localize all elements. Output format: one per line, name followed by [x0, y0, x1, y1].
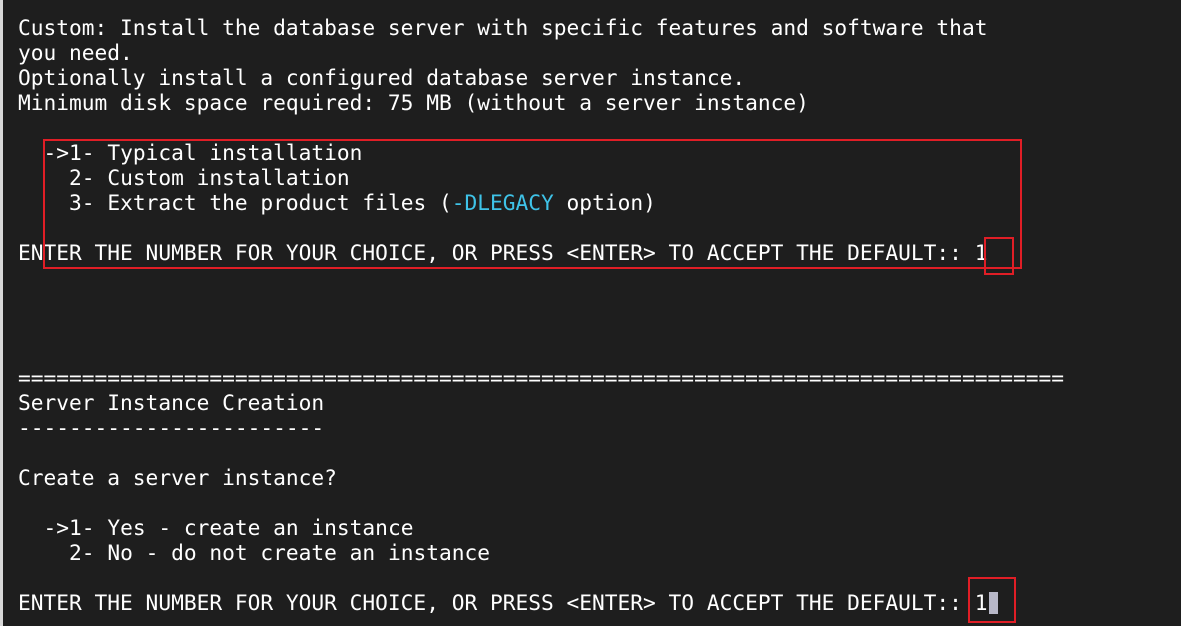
install-answer-annotation-box: [984, 237, 1014, 275]
option-number: 2-: [69, 540, 95, 565]
section-title-underline: ------------------------: [18, 415, 325, 440]
options-annotation-box: [43, 139, 1022, 269]
instance-option-no: 2- No - do not create an instance: [18, 540, 490, 565]
install-description-line-4: Minimum disk space required: 75 MB (with…: [18, 90, 809, 115]
option-number: 1-: [69, 515, 95, 540]
option-marker: [44, 540, 70, 565]
option-label: Yes - create an instance: [107, 515, 414, 540]
section-title: Server Instance Creation: [18, 390, 325, 415]
option-label: No - do not create an instance: [107, 540, 490, 565]
instance-prompt: ENTER THE NUMBER FOR YOUR CHOICE, OR PRE…: [18, 590, 975, 615]
install-description-line-2: you need.: [18, 40, 133, 65]
terminal-window[interactable]: Custom: Install the database server with…: [0, 0, 1181, 626]
install-description-line-1: Custom: Install the database server with…: [18, 15, 988, 40]
instance-question: Create a server instance?: [18, 465, 337, 490]
instance-answer-annotation-box: [968, 577, 1016, 623]
selected-marker: ->: [43, 515, 70, 540]
install-description-line-3: Optionally install a configured database…: [18, 65, 746, 90]
section-separator: ========================================…: [18, 365, 1064, 390]
instance-prompt-line[interactable]: ENTER THE NUMBER FOR YOUR CHOICE, OR PRE…: [18, 590, 999, 615]
instance-option-yes: ->1- Yes - create an instance: [18, 515, 414, 540]
